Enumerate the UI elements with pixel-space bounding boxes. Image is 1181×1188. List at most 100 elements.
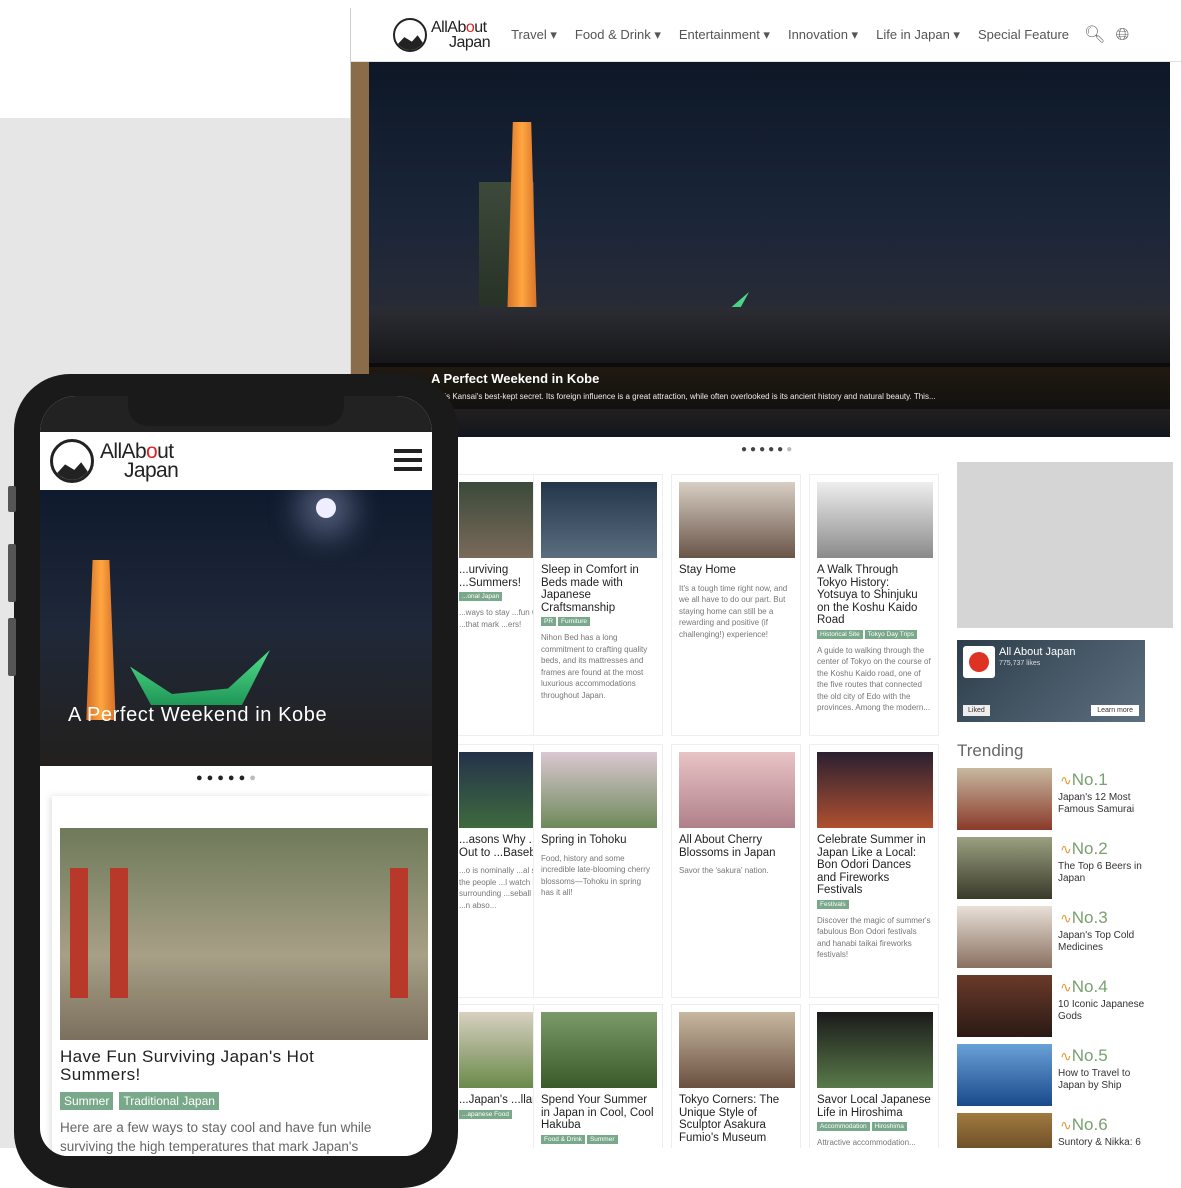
trending-title: How to Travel to Japan by Ship [1058, 1068, 1131, 1091]
lantern-post [70, 868, 88, 998]
mountain-logo-icon[interactable] [50, 439, 94, 483]
nav-item-food-drink[interactable]: Food & Drink ▾ [566, 27, 670, 43]
hamburger-menu-icon[interactable] [394, 449, 422, 471]
phone-screen: AllAbout Japan A Perfect Weekend in Kobe… [40, 396, 432, 1156]
article-tag[interactable]: Summer [586, 1134, 618, 1144]
article-tag[interactable]: Summer [60, 1092, 114, 1110]
article-title: Spend Your Summer in Japan in Cool, Cool… [541, 1094, 654, 1131]
article-title: Spring in Tohoku [541, 834, 627, 846]
article-card[interactable]: Stay Home It's a tough time right now, a… [671, 474, 801, 736]
mountain-logo-icon [393, 17, 427, 52]
article-tag[interactable]: Hiroshima [871, 1122, 907, 1131]
trending-rank: No.3 [1071, 908, 1108, 927]
article-image [817, 482, 933, 558]
article-tag[interactable]: Traditional Japan [119, 1092, 219, 1110]
trending-rank: No.5 [1071, 1046, 1108, 1065]
facebook-widget[interactable]: All About Japan 775,737 likes Liked Lear… [957, 640, 1145, 722]
nav-item-special-feature[interactable]: Special Feature [969, 27, 1078, 43]
globe-icon[interactable]: 🌐︎ [1116, 25, 1130, 45]
article-tag[interactable]: Food & Drink [541, 1134, 585, 1144]
search-icon[interactable]: 🔍︎ [1084, 25, 1106, 45]
logo-wordmark: AllAbout Japan [431, 18, 491, 51]
article-image [679, 482, 795, 558]
trending-item[interactable]: ∿No.1 Japan's 12 Most Famous Samurai [957, 768, 1167, 832]
article-image [541, 482, 657, 558]
article-desc: A guide to walking through the center of… [817, 645, 931, 713]
article-tag[interactable]: Accommodation [817, 1122, 870, 1131]
mobile-hero-slide[interactable]: A Perfect Weekend in Kobe [40, 490, 432, 766]
article-card[interactable]: Sleep in Comfort in Beds made with Japan… [533, 474, 663, 736]
article-title[interactable]: Have Fun Surviving Japan's Hot Summers! [60, 1048, 400, 1084]
mute-switch [8, 486, 16, 512]
logo-wordmark[interactable]: AllAbout Japan [100, 441, 179, 481]
nav-item-travel[interactable]: Travel ▾ [502, 27, 566, 43]
article-card[interactable]: Spend Your Summer in Japan in Cool, Cool… [533, 1004, 663, 1148]
article-tag[interactable]: Historical Site [817, 629, 863, 639]
article-card[interactable]: Spring in Tohoku Food, history and some … [533, 744, 663, 998]
trending-item[interactable]: ∿No.3 Japan's Top Cold Medicines [957, 906, 1167, 970]
site-logo[interactable]: AllAbout Japan [393, 17, 491, 52]
article-tag[interactable]: Furniture [558, 617, 591, 626]
trending-thumbnail [957, 768, 1052, 830]
article-card[interactable]: Tokyo Corners: The Unique Style of Sculp… [671, 1004, 801, 1148]
trending-thumbnail [957, 906, 1052, 968]
article-card[interactable]: Celebrate Summer in Japan Like a Local: … [809, 744, 939, 998]
trending-title: 10 Iconic Japanese Gods [1058, 999, 1145, 1022]
facebook-likes: 775,737 likes [999, 660, 1041, 667]
trending-rank: No.2 [1071, 839, 1108, 858]
pulse-icon: ∿ [1060, 910, 1072, 926]
trending-item[interactable]: ∿No.2 The Top 6 Beers in Japan [957, 837, 1167, 901]
article-card[interactable]: A Walk Through Tokyo History: Yotsuya to… [809, 474, 939, 736]
nav-item-life-in-japan[interactable]: Life in Japan ▾ [867, 27, 969, 43]
article-image [679, 752, 795, 828]
trending-thumbnail [957, 1044, 1052, 1106]
trending-item[interactable]: ∿No.6 Suntory & Nikka: 6 [957, 1113, 1167, 1148]
mobile-header: AllAbout Japan [40, 432, 432, 490]
article-image [541, 1012, 657, 1088]
article-desc: Here are a few ways to stay cool and hav… [60, 1120, 372, 1154]
article-title: Celebrate Summer in Japan Like a Local: … [817, 834, 926, 896]
learn-more-button[interactable]: Learn more [1091, 705, 1139, 716]
mobile-article-card[interactable]: Have Fun Surviving Japan's Hot Summers! … [52, 796, 432, 1156]
trending-title: Suntory & Nikka: 6 [1058, 1137, 1141, 1148]
article-tag[interactable]: ...onal Japan [459, 592, 503, 601]
article-tag[interactable]: Festivals [817, 899, 849, 909]
article-desc: Food, history and some incredible late-b… [541, 853, 650, 898]
article-title: Stay Home [679, 564, 736, 576]
nav-item-innovation[interactable]: Innovation ▾ [779, 27, 867, 43]
nav-item-entertainment[interactable]: Entertainment ▾ [670, 27, 779, 43]
liked-button[interactable]: Liked [963, 705, 990, 716]
trending-rank: No.6 [1071, 1115, 1108, 1134]
article-title: A Walk Through Tokyo History: Yotsuya to… [817, 564, 918, 626]
pulse-icon: ∿ [1060, 979, 1072, 995]
facebook-page-name[interactable]: All About Japan [999, 646, 1075, 658]
trending-item[interactable]: ∿No.5 How to Travel to Japan by Ship [957, 1044, 1167, 1108]
trending-item[interactable]: ∿No.4 10 Iconic Japanese Gods [957, 975, 1167, 1039]
article-card[interactable]: All About Cherry Blossoms in Japan Savor… [671, 744, 801, 998]
article-tag[interactable]: PR [541, 617, 557, 626]
top-navigation: AllAbout Japan Travel ▾ Food & Drink ▾ E… [351, 8, 1181, 62]
trending-heading: Trending [957, 741, 1024, 760]
article-card[interactable]: Savor Local Japanese Life in Hiroshima A… [809, 1004, 939, 1148]
city-skyline [369, 307, 1170, 367]
mobile-hero-title[interactable]: A Perfect Weekend in Kobe [68, 704, 327, 727]
hero-slide[interactable]: A Perfect Weekend in Kobe ...e is Kansai… [369, 62, 1170, 437]
hero-title[interactable]: A Perfect Weekend in Kobe [431, 371, 1108, 386]
trending-thumbnail [957, 975, 1052, 1037]
article-tag[interactable]: Tokyo Day Trips [864, 629, 917, 639]
trending-rank: No.4 [1071, 977, 1108, 996]
article-title: Sleep in Comfort in Beds made with Japan… [541, 564, 639, 614]
phone-notch [128, 396, 344, 426]
article-tag[interactable]: ...apanese Food [459, 1109, 512, 1119]
pulse-icon: ∿ [1060, 1048, 1072, 1064]
composite-stage: AllAbout Japan Travel ▾ Food & Drink ▾ E… [0, 0, 1181, 1188]
pulse-icon: ∿ [1060, 841, 1072, 857]
article-image [817, 752, 933, 828]
carousel-dots[interactable]: ●●●●●● [741, 444, 795, 455]
hero-description: ...e is Kansai's best-kept secret. Its f… [431, 392, 936, 401]
article-image [679, 1012, 795, 1088]
article-desc: Nihon Bed has a long commitment to craft… [541, 633, 648, 700]
article-desc: Attractive accommodation... [817, 1138, 916, 1147]
ad-placeholder [957, 462, 1173, 628]
carousel-dots[interactable]: ●●●●●● [196, 772, 260, 784]
